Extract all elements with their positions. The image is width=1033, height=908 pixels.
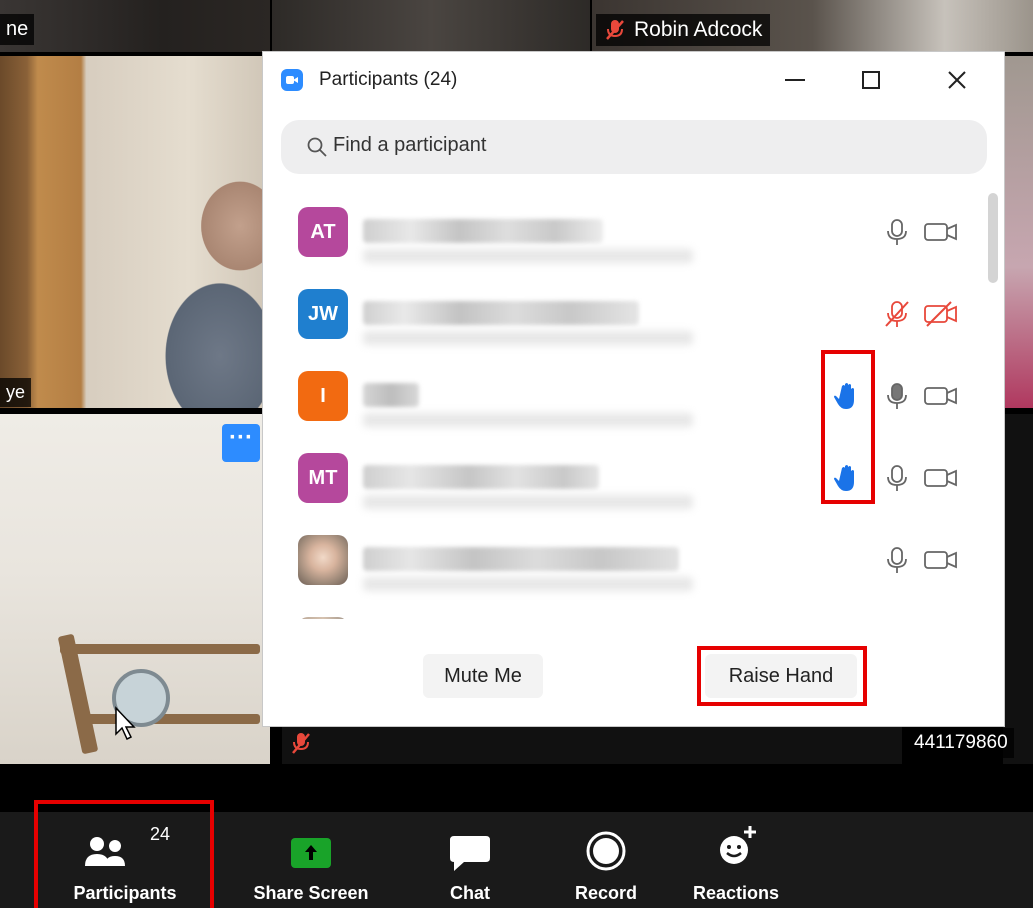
- muted-mic-icon[interactable]: [883, 299, 911, 329]
- participant-name-redacted: [363, 577, 693, 591]
- search-placeholder: Find a participant: [333, 134, 487, 156]
- search-input[interactable]: Find a participant: [281, 120, 987, 174]
- reactions-button[interactable]: Reactions: [676, 812, 796, 908]
- camera-icon[interactable]: [923, 545, 959, 575]
- avatar-photo: [298, 535, 348, 585]
- share-screen-button[interactable]: Share Screen: [236, 812, 386, 908]
- participant-name-redacted: [363, 383, 419, 407]
- camera-icon[interactable]: [923, 381, 959, 411]
- participant-row[interactable]: [263, 601, 985, 619]
- participants-list[interactable]: AT JW I MT: [263, 187, 985, 619]
- chat-label: Chat: [450, 883, 490, 903]
- camera-icon[interactable]: [923, 463, 959, 493]
- participant-name-redacted: [363, 331, 693, 345]
- video-name-tag: ne: [0, 14, 35, 45]
- highlight-box-raised-hands: [821, 350, 875, 504]
- reactions-label: Reactions: [692, 883, 780, 903]
- share-screen-icon: [291, 838, 331, 868]
- muted-mic-icon: [606, 20, 624, 40]
- close-button[interactable]: [935, 62, 979, 98]
- window-title: Participants (24): [319, 69, 458, 90]
- maximize-icon: [862, 71, 880, 89]
- video-tile-top-middle: [272, 0, 590, 52]
- chat-button[interactable]: Chat: [420, 812, 520, 908]
- avatar: AT: [298, 207, 348, 257]
- chat-icon: [450, 836, 490, 871]
- minimize-icon: [785, 79, 805, 81]
- video-tile-right-middle: [1003, 56, 1033, 408]
- participant-name-redacted: [363, 413, 693, 427]
- participant-name-redacted: [363, 547, 679, 571]
- highlight-box-raise-hand: [697, 646, 867, 706]
- video-name-label: Robin Adcock: [634, 18, 763, 41]
- participant-name-redacted: [363, 249, 693, 263]
- video-name-tag-phone: 441179860: [908, 728, 1014, 758]
- record-button[interactable]: Record: [556, 812, 656, 908]
- video-name-tag: [282, 724, 902, 764]
- video-tile-top-left: [0, 0, 270, 52]
- reactions-icon: [720, 826, 756, 864]
- participant-row[interactable]: JW: [263, 273, 985, 355]
- mic-icon[interactable]: [883, 463, 911, 493]
- record-icon: [586, 831, 626, 871]
- maximize-button[interactable]: [849, 62, 893, 98]
- video-name-tag-robin: Robin Adcock: [596, 14, 771, 46]
- mic-icon[interactable]: [883, 217, 911, 247]
- video-off-icon[interactable]: [923, 299, 959, 329]
- mute-me-button[interactable]: Mute Me: [423, 654, 543, 698]
- video-name-tag: ye: [0, 378, 32, 407]
- shelf-board: [80, 714, 260, 724]
- zoom-logo-icon: [281, 69, 303, 91]
- participant-row[interactable]: [263, 519, 985, 601]
- participant-name-redacted: [363, 495, 693, 509]
- avatar: I: [298, 371, 348, 421]
- participant-row[interactable]: MT: [263, 437, 985, 519]
- mic-active-icon[interactable]: [883, 381, 911, 411]
- video-tile-left-middle: [0, 56, 270, 408]
- participant-name-redacted: [363, 301, 639, 325]
- participant-row[interactable]: I: [263, 355, 985, 437]
- avatar: JW: [298, 289, 348, 339]
- highlight-box-participants-button: [34, 800, 214, 908]
- avatar: MT: [298, 453, 348, 503]
- minimize-button[interactable]: [773, 62, 817, 98]
- participant-name-redacted: [363, 219, 603, 243]
- search-icon: [307, 137, 327, 157]
- record-label: Record: [574, 883, 637, 903]
- avatar-photo: [298, 617, 348, 619]
- mic-icon[interactable]: [883, 545, 911, 575]
- participants-window: Participants (24) Find a participant AT …: [263, 52, 1004, 726]
- more-options-button[interactable]: ···: [222, 424, 260, 462]
- participant-row[interactable]: AT: [263, 191, 985, 273]
- muted-mic-icon: [292, 733, 310, 754]
- close-icon: [948, 71, 966, 89]
- scrollbar-thumb[interactable]: [988, 193, 998, 283]
- scrollbar[interactable]: [985, 187, 999, 619]
- window-titlebar[interactable]: Participants (24): [263, 52, 1004, 108]
- mouse-cursor-icon: [115, 706, 136, 741]
- shelf-board: [60, 644, 260, 654]
- participant-name-redacted: [363, 465, 599, 489]
- share-screen-label: Share Screen: [253, 883, 369, 903]
- camera-icon[interactable]: [923, 217, 959, 247]
- video-tile-right-bottom: [1003, 414, 1033, 764]
